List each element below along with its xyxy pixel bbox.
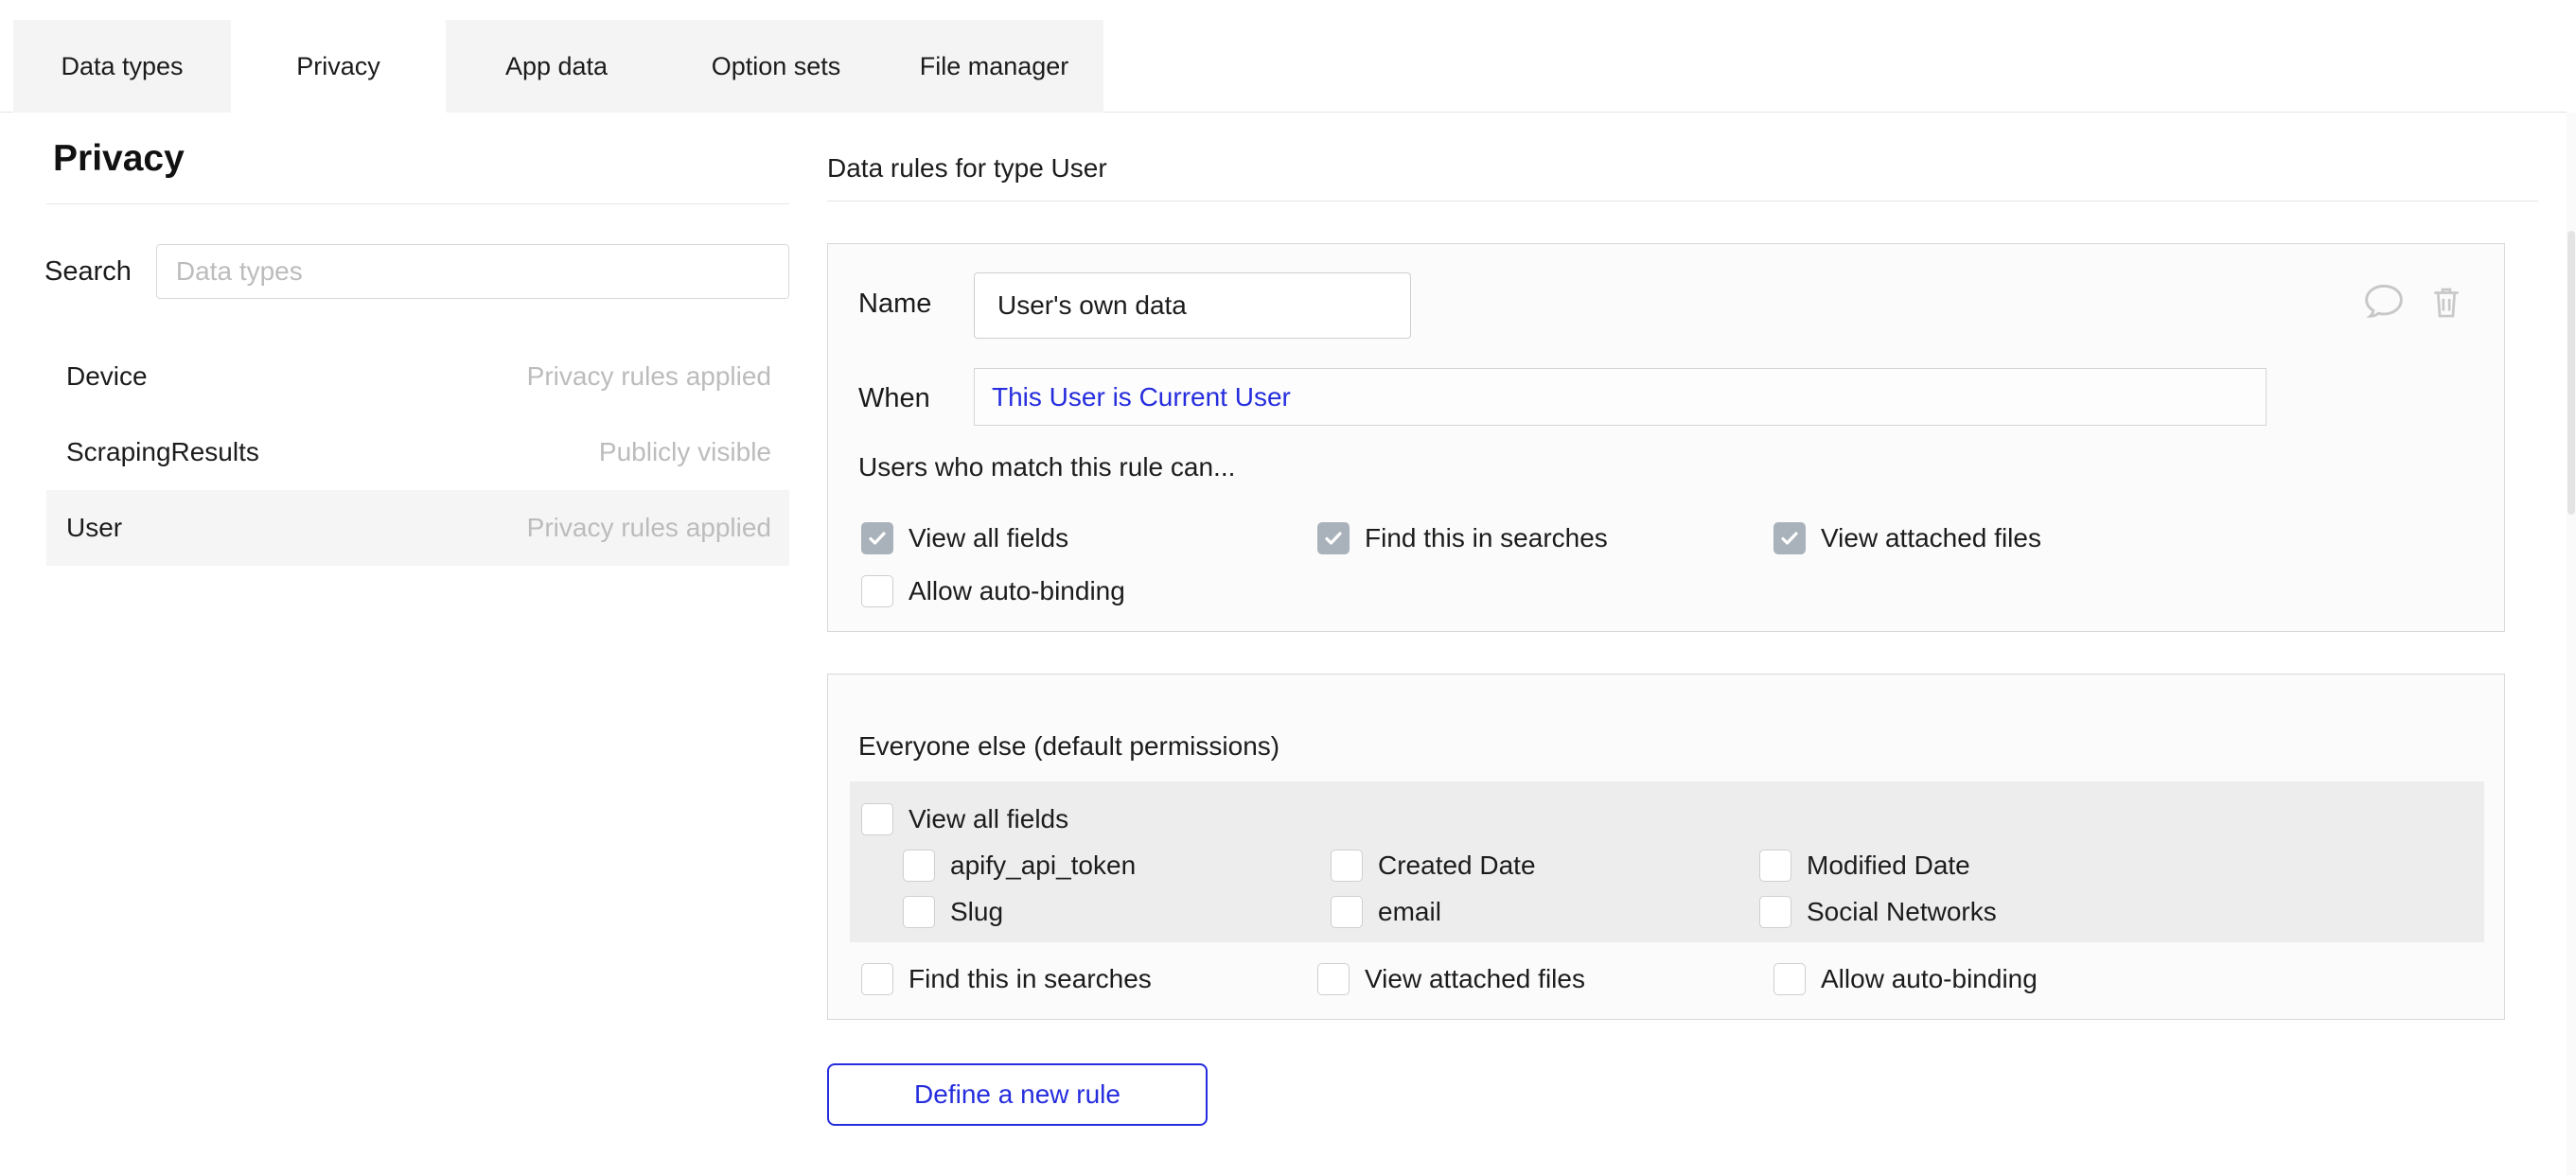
search-label: Search	[44, 256, 132, 288]
main-header: Data rules for type User	[827, 153, 1107, 184]
tab-option-sets[interactable]: Option sets	[667, 20, 885, 113]
tab-app-data[interactable]: App data	[446, 20, 667, 113]
permission-view-attached-files[interactable]: View attached files	[1773, 522, 2041, 554]
checkbox-label: Allow auto-binding	[909, 576, 1125, 606]
match-rule-text: Users who match this rule can...	[858, 452, 1235, 482]
checkbox-label: apify_api_token	[950, 851, 1136, 881]
scrollbar-thumb[interactable]	[2567, 231, 2575, 515]
tab-data-types[interactable]: Data types	[13, 20, 231, 113]
data-type-status: Publicly visible	[599, 437, 771, 467]
permission-allow-auto-binding[interactable]: Allow auto-binding	[861, 575, 1125, 607]
checkbox-label: View all fields	[909, 523, 1068, 553]
rule-card-actions	[2364, 282, 2466, 322]
checkbox-label: Allow auto-binding	[1821, 964, 2038, 994]
field-apify-api-token[interactable]: apify_api_token	[903, 850, 1136, 882]
rule-name-input[interactable]	[974, 272, 1411, 339]
checkbox-unchecked[interactable]	[861, 575, 893, 607]
checkbox-unchecked[interactable]	[1759, 850, 1791, 882]
checkbox-label: View attached files	[1365, 964, 1585, 994]
comment-icon[interactable]	[2364, 282, 2404, 322]
fields-box: View all fields apify_api_token Created …	[850, 781, 2484, 942]
checkbox-unchecked[interactable]	[1331, 896, 1363, 928]
scrollbar[interactable]	[2567, 113, 2576, 1175]
data-type-name: ScrapingResults	[66, 437, 259, 467]
checkbox-label: View attached files	[1821, 523, 2041, 553]
checkbox-label: Find this in searches	[909, 964, 1152, 994]
permission-find-in-searches[interactable]: Find this in searches	[1317, 522, 1608, 554]
tab-file-manager[interactable]: File manager	[885, 20, 1103, 113]
data-type-status: Privacy rules applied	[527, 513, 771, 543]
search-input[interactable]	[156, 244, 789, 299]
when-condition-text: This User is Current User	[992, 382, 1291, 412]
when-condition-input[interactable]: This User is Current User	[974, 368, 2267, 426]
list-item-scrapingresults[interactable]: ScrapingResults Publicly visible	[46, 414, 789, 490]
checkbox-checked[interactable]	[1317, 522, 1350, 554]
search-row: Search	[44, 244, 789, 299]
checkbox-unchecked[interactable]	[1331, 850, 1363, 882]
list-item-user[interactable]: User Privacy rules applied	[46, 490, 789, 566]
field-slug[interactable]: Slug	[903, 896, 1003, 928]
permission-view-all-fields[interactable]: View all fields	[861, 522, 1068, 554]
checkbox-label: Slug	[950, 897, 1003, 927]
field-social-networks[interactable]: Social Networks	[1759, 896, 1997, 928]
name-label: Name	[858, 289, 931, 320]
when-label: When	[858, 383, 930, 414]
page-title: Privacy	[53, 138, 185, 180]
trash-icon[interactable]	[2426, 282, 2466, 322]
default-permissions-title: Everyone else (default permissions)	[858, 731, 1279, 762]
default-find-in-searches[interactable]: Find this in searches	[861, 963, 1152, 995]
define-new-rule-button[interactable]: Define a new rule	[827, 1063, 1208, 1126]
checkbox-unchecked[interactable]	[1759, 896, 1791, 928]
default-permissions-card: Everyone else (default permissions) View…	[827, 674, 2505, 1020]
checkbox-checked[interactable]	[861, 522, 893, 554]
checkbox-label: Find this in searches	[1365, 523, 1608, 553]
data-type-name: User	[66, 513, 122, 543]
list-item-device[interactable]: Device Privacy rules applied	[46, 339, 789, 414]
main-divider	[827, 201, 2538, 202]
checkbox-checked[interactable]	[1773, 522, 1806, 554]
data-type-list: Device Privacy rules applied ScrapingRes…	[46, 339, 789, 566]
checkbox-unchecked[interactable]	[903, 896, 935, 928]
checkbox-label: Modified Date	[1807, 851, 1970, 881]
checkbox-label: View all fields	[909, 804, 1068, 834]
checkbox-unchecked[interactable]	[1773, 963, 1806, 995]
checkbox-unchecked[interactable]	[861, 803, 893, 835]
field-modified-date[interactable]: Modified Date	[1759, 850, 1970, 882]
checkbox-label: Social Networks	[1807, 897, 1997, 927]
checkbox-unchecked[interactable]	[903, 850, 935, 882]
checkbox-unchecked[interactable]	[1317, 963, 1350, 995]
checkbox-label: email	[1378, 897, 1441, 927]
field-email[interactable]: email	[1331, 896, 1441, 928]
checkbox-label: Created Date	[1378, 851, 1536, 881]
data-type-status: Privacy rules applied	[527, 361, 771, 392]
privacy-rule-card: Name When This User is Current User User…	[827, 243, 2505, 632]
tab-privacy[interactable]: Privacy	[231, 20, 446, 114]
checkbox-unchecked[interactable]	[861, 963, 893, 995]
tab-bar: Data types Privacy App data Option sets …	[13, 20, 1103, 114]
field-created-date[interactable]: Created Date	[1331, 850, 1536, 882]
default-view-attached-files[interactable]: View attached files	[1317, 963, 1585, 995]
sidebar-divider	[46, 203, 789, 204]
default-view-all-fields[interactable]: View all fields	[861, 803, 1068, 835]
data-type-name: Device	[66, 361, 148, 392]
default-allow-auto-binding[interactable]: Allow auto-binding	[1773, 963, 2038, 995]
